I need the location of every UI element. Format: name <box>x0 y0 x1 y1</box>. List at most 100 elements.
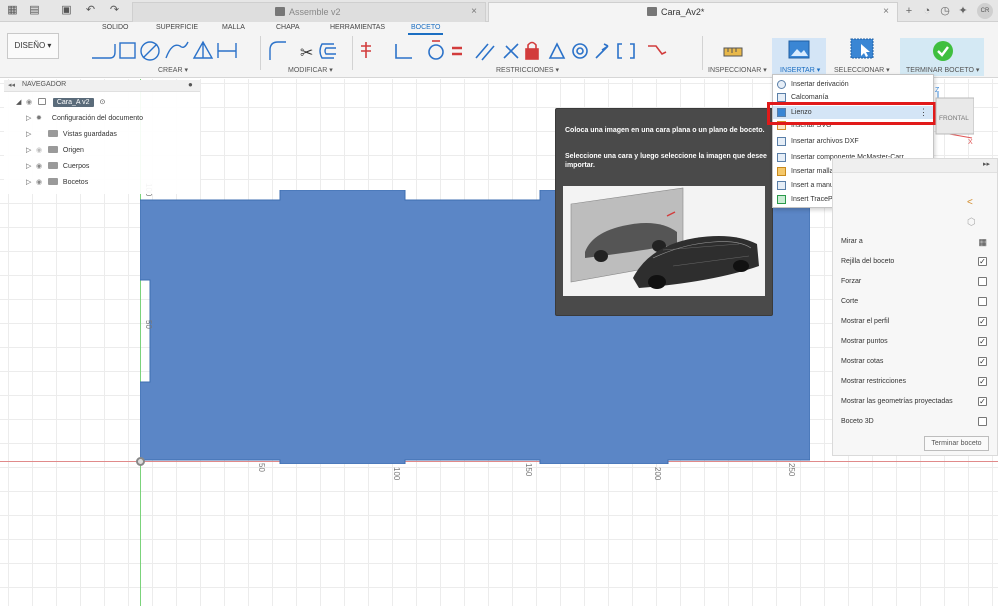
tab-solido[interactable]: SOLIDO <box>102 24 128 35</box>
finish-sketch-label[interactable]: TERMINAR BOCETO ▾ <box>906 66 979 74</box>
select-group-label[interactable]: SELECCIONAR ▾ <box>834 66 890 74</box>
collapsed-triangle-icon[interactable]: ▷ <box>26 178 34 186</box>
dimension-label: 100 <box>392 467 401 481</box>
save-icon[interactable]: ▣ <box>60 4 73 16</box>
workspace-switcher-button[interactable]: DISEÑO ▾ <box>7 33 59 59</box>
eye-icon[interactable]: ◉ <box>26 98 36 106</box>
component-icon <box>647 7 657 16</box>
tree-item-label: Origen <box>62 147 84 154</box>
option-slice[interactable]: Corte <box>841 293 991 311</box>
viewcube[interactable]: FRONTAL Z X <box>912 86 974 148</box>
checkbox-checked[interactable]: ✓ <box>978 357 987 366</box>
option-3d-sketch[interactable]: Boceto 3D <box>841 413 991 431</box>
notifications-icon[interactable]: ✦ <box>956 4 970 18</box>
checkbox-unchecked[interactable] <box>978 297 987 306</box>
jobs-icon[interactable]: ◔ <box>920 4 934 18</box>
checkbox-unchecked[interactable] <box>978 277 987 286</box>
dxf-file-icon <box>777 137 786 146</box>
select-tool-icon[interactable] <box>850 38 876 60</box>
activate-radio-icon[interactable]: ⊙ <box>100 99 106 106</box>
eye-icon[interactable]: ◉ <box>36 178 46 186</box>
checkbox-checked[interactable]: ✓ <box>978 377 987 386</box>
slot-tool-icon <box>217 43 237 58</box>
option-show-projected[interactable]: Mostrar las geometrías proyectadas ✓ <box>841 393 991 411</box>
manufacturer-part-icon <box>777 181 786 190</box>
checkbox-checked[interactable]: ✓ <box>978 337 987 346</box>
insert-group-label[interactable]: INSERTAR ▾ <box>780 66 820 74</box>
tree-item-sketches[interactable]: ▷ ◉ Bocetos <box>26 178 196 192</box>
origin-point[interactable] <box>136 457 145 466</box>
close-icon[interactable]: × <box>883 3 889 21</box>
inspect-group-label[interactable]: INSPECCIONAR ▾ <box>708 66 767 74</box>
eye-hidden-icon[interactable]: ◉ <box>36 146 46 154</box>
option-look-at[interactable]: Mirar a ▦ <box>841 233 991 251</box>
pin-icon[interactable]: ● <box>188 80 193 89</box>
tree-item-config[interactable]: ▷ ✹ Configuración del documento <box>26 114 196 128</box>
equal-constraint-icon <box>452 46 462 56</box>
tab-herramientas[interactable]: HERRAMIENTAS <box>330 24 385 35</box>
constraints-group-label[interactable]: RESTRICCIONES ▾ <box>496 66 559 74</box>
tab-assemble[interactable]: Assemble v2 × <box>132 2 486 22</box>
tree-item-origin[interactable]: ▷ ◉ Origen <box>26 146 196 160</box>
mesh-icon <box>777 167 786 176</box>
tab-cara[interactable]: Cara_Av2* × <box>488 2 898 22</box>
collapsed-triangle-icon[interactable]: ▷ <box>26 146 34 154</box>
collapsed-triangle-icon[interactable]: ▷ <box>26 114 34 122</box>
document-tab-bar: ▦ ▤ ▣ ↶ ↷ Assemble v2 × Cara_Av2* × + ◔ … <box>0 0 998 22</box>
create-group-label[interactable]: CREAR ▾ <box>158 66 188 74</box>
option-show-points[interactable]: Mostrar puntos ✓ <box>841 333 991 351</box>
tree-item-label: Cuerpos <box>62 163 90 170</box>
folder-icon <box>47 178 58 185</box>
option-show-constraints[interactable]: Mostrar restricciones ✓ <box>841 373 991 391</box>
workspace-label: DISEÑO <box>14 41 46 50</box>
tree-root[interactable]: ◢ ◉ Cara_A v2 ⊙ <box>16 98 196 112</box>
redo-icon[interactable]: ↷ <box>108 4 121 16</box>
avatar[interactable]: CR <box>977 3 993 19</box>
midpoint-constraint-icon <box>595 43 609 59</box>
arc-tool-icon <box>165 41 189 59</box>
navigator-title: NAVEGADOR <box>22 81 67 88</box>
group-divider <box>260 36 261 70</box>
collapsed-triangle-icon[interactable]: ▷ <box>26 162 34 170</box>
option-snap[interactable]: Forzar <box>841 273 991 291</box>
tooltip-illustration <box>563 186 765 296</box>
constraint-icon[interactable]: < <box>967 197 979 209</box>
menu-item-insert-dxf[interactable]: Insertar archivos DXF <box>773 135 933 148</box>
new-tab-icon[interactable]: + <box>902 4 916 18</box>
clock-icon[interactable]: ◷ <box>938 4 952 18</box>
eye-icon[interactable]: ◉ <box>36 162 46 170</box>
option-sketch-grid[interactable]: Rejilla del boceto ✓ <box>841 253 991 271</box>
tree-item-saved-views[interactable]: ▷ Vistas guardadas <box>26 130 196 144</box>
measure-tool-icon[interactable] <box>722 40 744 62</box>
checkbox-checked[interactable]: ✓ <box>978 317 987 326</box>
checkbox-checked[interactable]: ✓ <box>978 397 987 406</box>
checkbox-checked[interactable]: ✓ <box>978 257 987 266</box>
collapsed-triangle-icon[interactable]: ▷ <box>26 130 34 138</box>
dimension-label: 50 <box>144 320 153 329</box>
tree-item-bodies[interactable]: ▷ ◉ Cuerpos <box>26 162 196 176</box>
rectangle-tool-icon <box>119 42 136 59</box>
tab-superficie[interactable]: SUPERFICIE <box>156 24 198 35</box>
menu-item-insert-derive[interactable]: Insertar derivación <box>773 78 933 91</box>
modify-group-label[interactable]: MODIFICAR ▾ <box>288 66 333 74</box>
gear-icon: ✹ <box>35 115 42 122</box>
file-menu-icon[interactable]: ▤ <box>28 4 41 16</box>
option-show-dimensions[interactable]: Mostrar cotas ✓ <box>841 353 991 371</box>
tab-chapa[interactable]: CHAPA <box>276 24 300 35</box>
undo-icon[interactable]: ↶ <box>84 4 97 16</box>
expanded-triangle-icon[interactable]: ◢ <box>16 98 24 106</box>
option-show-profile[interactable]: Mostrar el perfil ✓ <box>841 313 991 331</box>
derive-icon <box>777 80 786 89</box>
expand-icon[interactable]: ▸▸ <box>983 160 990 168</box>
tree-item-label: Vistas guardadas <box>62 131 117 138</box>
apps-grid-icon[interactable]: ▦ <box>6 4 19 16</box>
collapse-icon[interactable]: ◂◂ <box>8 81 15 89</box>
finish-sketch-button[interactable]: Terminar boceto <box>924 436 989 451</box>
close-icon[interactable]: × <box>471 3 477 21</box>
tab-boceto[interactable]: BOCETO <box>408 24 444 35</box>
tab-malla[interactable]: MALLA <box>222 24 245 35</box>
calendar-view-icon[interactable]: ▦ <box>978 233 987 251</box>
checkbox-unchecked[interactable] <box>978 417 987 426</box>
trim-tool-icon: ✂ <box>300 43 313 62</box>
hexagon-icon[interactable]: ⬡ <box>967 217 979 229</box>
